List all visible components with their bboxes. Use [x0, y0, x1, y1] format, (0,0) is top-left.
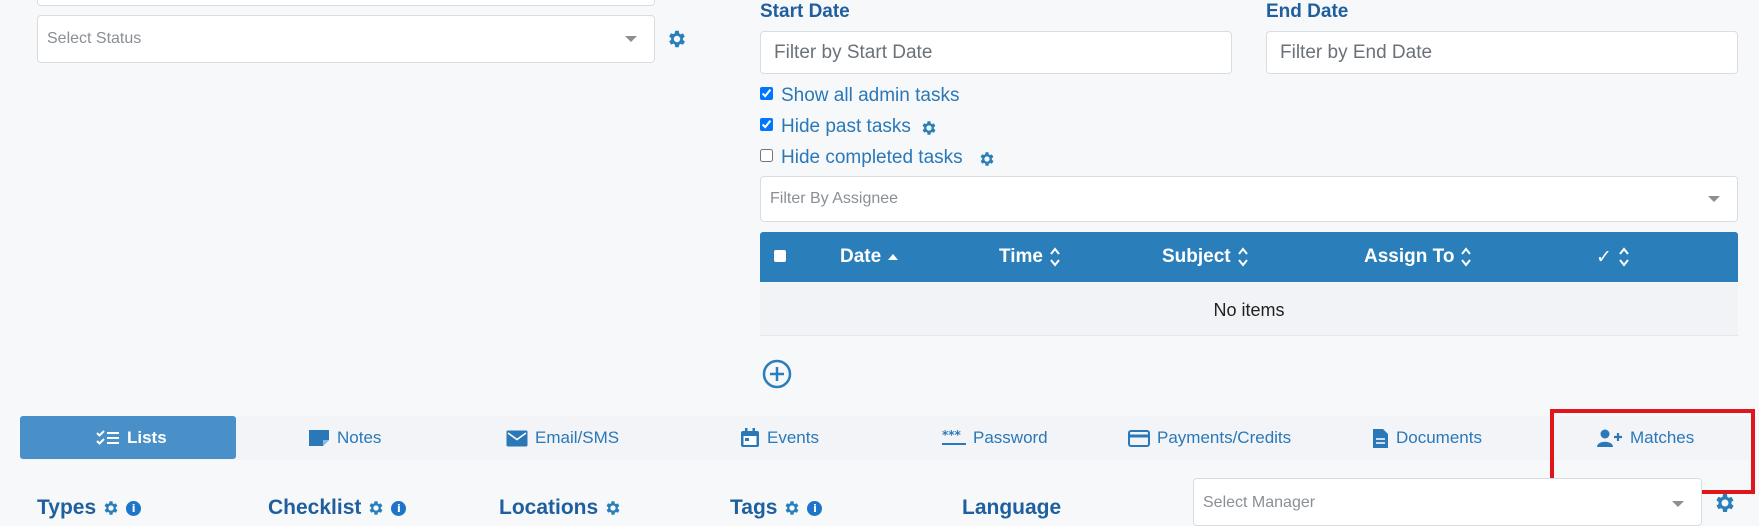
gear-icon[interactable] [666, 28, 688, 50]
tab-password[interactable]: *** Password [942, 416, 1048, 460]
tab-email-sms[interactable]: Email/SMS [506, 416, 619, 460]
sort-icon [1461, 247, 1472, 267]
password-icon: *** [942, 430, 966, 445]
tab-notes[interactable]: Notes [308, 416, 381, 460]
tasks-table-header [760, 232, 1738, 282]
hide-completed-tasks-checkbox[interactable] [760, 149, 773, 162]
credit-card-icon [1128, 429, 1150, 447]
types-heading: Types i [37, 496, 142, 520]
hide-past-tasks-checkbox[interactable] [760, 118, 773, 131]
status-select-placeholder: Select Status [47, 30, 142, 47]
tab-documents[interactable]: Documents [1372, 416, 1482, 460]
tab-lists-label: Lists [127, 428, 167, 447]
language-heading: Language [962, 496, 1061, 520]
tab-email-sms-label: Email/SMS [535, 428, 620, 447]
column-date-label: Date [840, 246, 882, 267]
add-task-button[interactable] [762, 359, 792, 389]
chevron-down-icon [1708, 196, 1720, 202]
locations-heading: Locations [499, 496, 622, 520]
gear-icon[interactable] [604, 499, 622, 517]
end-date-input[interactable] [1266, 31, 1738, 74]
column-assign-to-label: Assign To [1364, 246, 1455, 267]
column-time[interactable]: Time [999, 232, 1061, 282]
tab-password-label: Password [973, 428, 1048, 447]
types-label: Types [37, 496, 97, 519]
info-icon[interactable]: i [391, 500, 407, 516]
language-label: Language [962, 496, 1062, 519]
column-date[interactable]: Date [840, 232, 899, 282]
column-subject-label: Subject [1162, 246, 1231, 267]
tab-events-label: Events [767, 428, 819, 447]
column-assign-to[interactable]: Assign To [1364, 232, 1472, 282]
column-completed-label: ✓ [1596, 246, 1612, 268]
chevron-down-icon [625, 36, 637, 42]
show-admin-tasks-label[interactable]: Show all admin tasks [781, 85, 959, 107]
tab-documents-label: Documents [1396, 428, 1482, 447]
info-icon[interactable]: i [126, 500, 142, 516]
sort-asc-icon [888, 254, 899, 260]
svg-text:***: *** [942, 430, 962, 442]
end-date-label: End Date [1266, 1, 1349, 22]
sort-icon [1619, 247, 1629, 267]
gear-icon[interactable] [783, 499, 801, 517]
select-all-checkbox[interactable] [774, 250, 786, 262]
envelope-icon [506, 430, 528, 446]
hide-past-tasks-label[interactable]: Hide past tasks [781, 116, 911, 138]
tab-lists[interactable]: Lists [96, 416, 167, 460]
tags-heading: Tags i [730, 496, 823, 520]
column-completed[interactable]: ✓ [1596, 232, 1630, 282]
gear-icon[interactable] [102, 499, 120, 517]
document-icon [1373, 428, 1388, 448]
info-icon[interactable]: i [807, 500, 823, 516]
tab-notes-label: Notes [337, 428, 382, 447]
checklist-heading: Checklist i [268, 496, 407, 520]
tab-bar [20, 416, 1749, 460]
calendar-icon [741, 428, 759, 447]
start-date-label: Start Date [760, 1, 850, 22]
tags-label: Tags [730, 496, 778, 519]
note-icon [309, 430, 329, 446]
sort-icon [1237, 247, 1248, 267]
column-subject[interactable]: Subject [1162, 232, 1249, 282]
chevron-down-icon [1672, 501, 1684, 507]
gear-icon[interactable] [367, 499, 385, 517]
checklist-icon [96, 430, 119, 445]
status-select[interactable]: Select Status [37, 15, 655, 63]
manager-select[interactable]: Select Manager [1193, 478, 1702, 526]
tab-payments-credits-label: Payments/Credits [1157, 428, 1292, 447]
locations-label: Locations [499, 496, 599, 519]
tab-events[interactable]: Events [740, 416, 819, 460]
column-time-label: Time [999, 246, 1044, 267]
manager-select-placeholder: Select Manager [1203, 494, 1316, 511]
gear-icon[interactable] [920, 119, 938, 137]
assignee-select[interactable]: Filter By Assignee [760, 176, 1738, 222]
no-items-text: No items [1213, 300, 1285, 320]
hide-completed-tasks-label[interactable]: Hide completed tasks [781, 147, 963, 169]
start-date-input[interactable] [760, 31, 1232, 74]
checklist-label: Checklist [268, 496, 362, 519]
top-cutoff-field [37, 0, 655, 6]
tab-payments-credits[interactable]: Payments/Credits [1128, 416, 1291, 460]
gear-icon[interactable] [1713, 491, 1737, 515]
assignee-select-placeholder: Filter By Assignee [770, 190, 899, 207]
gear-icon[interactable] [978, 150, 996, 168]
show-admin-tasks-checkbox[interactable] [760, 87, 773, 100]
sort-icon [1050, 247, 1060, 267]
